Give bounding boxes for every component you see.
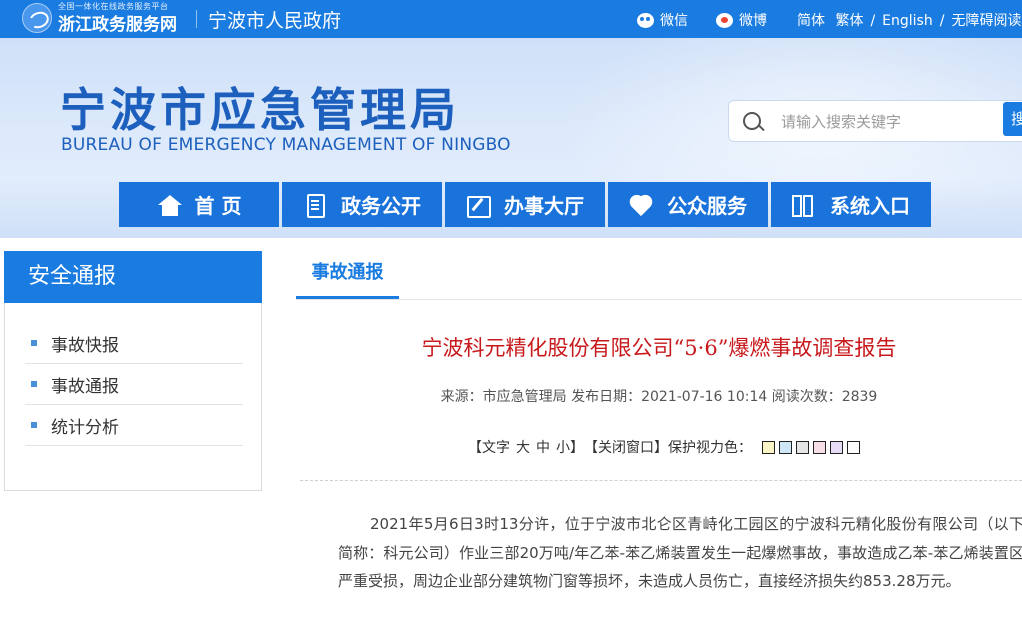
bullet-icon <box>31 381 37 387</box>
color-swatch-blue[interactable] <box>779 440 792 454</box>
article-title: 宁波科元精化股份有限公司“5·6”爆燃事故调查报告 <box>421 336 897 360</box>
font-small-button[interactable]: 小 <box>556 437 570 457</box>
document-icon <box>303 193 329 218</box>
nav-service-hall-label: 办事大厅 <box>504 194 584 218</box>
font-medium-button[interactable]: 中 <box>536 437 550 457</box>
weibo-label: 微博 <box>739 13 767 29</box>
color-swatch-yellow[interactable] <box>762 440 775 454</box>
divider <box>300 480 1022 481</box>
search-box <box>728 100 1022 142</box>
search-icon <box>743 112 761 130</box>
nav-public-service[interactable]: 公众服务 <box>608 182 768 227</box>
zhejiang-gov-logo-icon[interactable] <box>22 3 52 33</box>
wechat-icon <box>637 12 654 28</box>
sidebar-item-accident-report[interactable]: 事故通报 <box>25 364 243 405</box>
site-subtitle: BUREAU OF EMERGENCY MANAGEMENT OF NINGBO <box>61 135 511 155</box>
tab-accident-report[interactable]: 事故通报 <box>296 250 399 299</box>
sidebar: 安全通报 事故快报 事故通报 统计分析 <box>4 251 262 491</box>
wechat-link[interactable]: 微信 <box>637 10 688 30</box>
heart-hands-icon <box>629 193 655 217</box>
color-swatch-pink[interactable] <box>813 440 826 454</box>
english-link[interactable]: English <box>882 13 933 29</box>
color-swatch-purple[interactable] <box>830 440 843 454</box>
separator: / <box>870 13 876 29</box>
top-bar: 全国一体化在线政务服务平台 浙江政务服务网 宁波市人民政府 微信 微博 简体 繁… <box>0 0 1022 38</box>
font-large-button[interactable]: 大 <box>516 437 530 457</box>
nav-system-entry[interactable]: 系统入口 <box>771 182 931 227</box>
sidebar-title: 安全通报 <box>4 251 262 303</box>
accessible-reading-link[interactable]: 无障碍阅读 <box>951 13 1021 29</box>
ningbo-gov-link[interactable]: 宁波市人民政府 <box>208 6 341 33</box>
nav-government-affairs-label: 政务公开 <box>341 194 421 218</box>
sidebar-item-accident-flash[interactable]: 事故快报 <box>25 323 243 364</box>
eye-protection-label: 保护视力色： <box>668 440 752 456</box>
nav-public-service-label: 公众服务 <box>667 194 747 218</box>
bullet-icon <box>31 340 37 346</box>
nav-home-label: 首 页 <box>194 194 242 218</box>
nav-system-entry-label: 系统入口 <box>830 194 910 218</box>
close-window-button[interactable]: 【关闭窗口】 <box>584 437 668 457</box>
sidebar-item-label: 事故快报 <box>51 335 119 356</box>
main-nav: 首 页 政务公开 办事大厅 公众服务 系统入口 <box>119 182 931 227</box>
font-size-suffix: 】 <box>570 440 584 456</box>
color-swatch-gray[interactable] <box>796 440 809 454</box>
reading-tools: 【文字 大 中 小 】 【关闭窗口】 保护视力色： <box>468 437 860 457</box>
platform-name-link[interactable]: 浙江政务服务网 <box>58 10 177 35</box>
sidebar-item-label: 统计分析 <box>51 417 119 438</box>
traditional-chinese-link[interactable]: 繁体 <box>835 13 863 29</box>
home-icon <box>157 193 183 217</box>
sidebar-item-label: 事故通报 <box>51 376 119 397</box>
wechat-label: 微信 <box>660 13 688 29</box>
nav-service-hall[interactable]: 办事大厅 <box>445 182 605 227</box>
weibo-link[interactable]: 微博 <box>716 10 767 30</box>
simplified-chinese-link[interactable]: 简体 <box>797 13 825 29</box>
font-size-prefix: 【文字 <box>468 440 510 456</box>
search-button[interactable]: 搜 <box>1003 102 1022 136</box>
nav-home[interactable]: 首 页 <box>119 182 279 227</box>
search-input[interactable] <box>779 110 983 134</box>
sidebar-item-statistics[interactable]: 统计分析 <box>25 405 243 446</box>
bullet-icon <box>31 422 37 428</box>
article-body-paragraph: 2021年5月6日3时13分许，位于宁波市北仑区青峙化工园区的宁波科元精化股份有… <box>338 515 1022 590</box>
language-links: 简体 繁体 / English / 无障碍阅读 <box>797 10 1021 30</box>
site-title[interactable]: 宁波市应急管理局 <box>60 74 460 140</box>
sidebar-list: 事故快报 事故通报 统计分析 <box>25 323 243 446</box>
content-tab-bar: 事故通报 <box>296 250 1022 300</box>
divider <box>196 10 197 28</box>
separator: / <box>939 13 945 29</box>
edit-icon <box>466 193 492 218</box>
weibo-icon <box>716 12 733 28</box>
nav-government-affairs[interactable]: 政务公开 <box>282 182 442 227</box>
color-swatch-white[interactable] <box>847 440 860 454</box>
books-icon <box>792 193 818 217</box>
article-meta: 来源：市应急管理局 发布日期：2021-07-16 10:14 阅读次数：283… <box>440 389 878 405</box>
